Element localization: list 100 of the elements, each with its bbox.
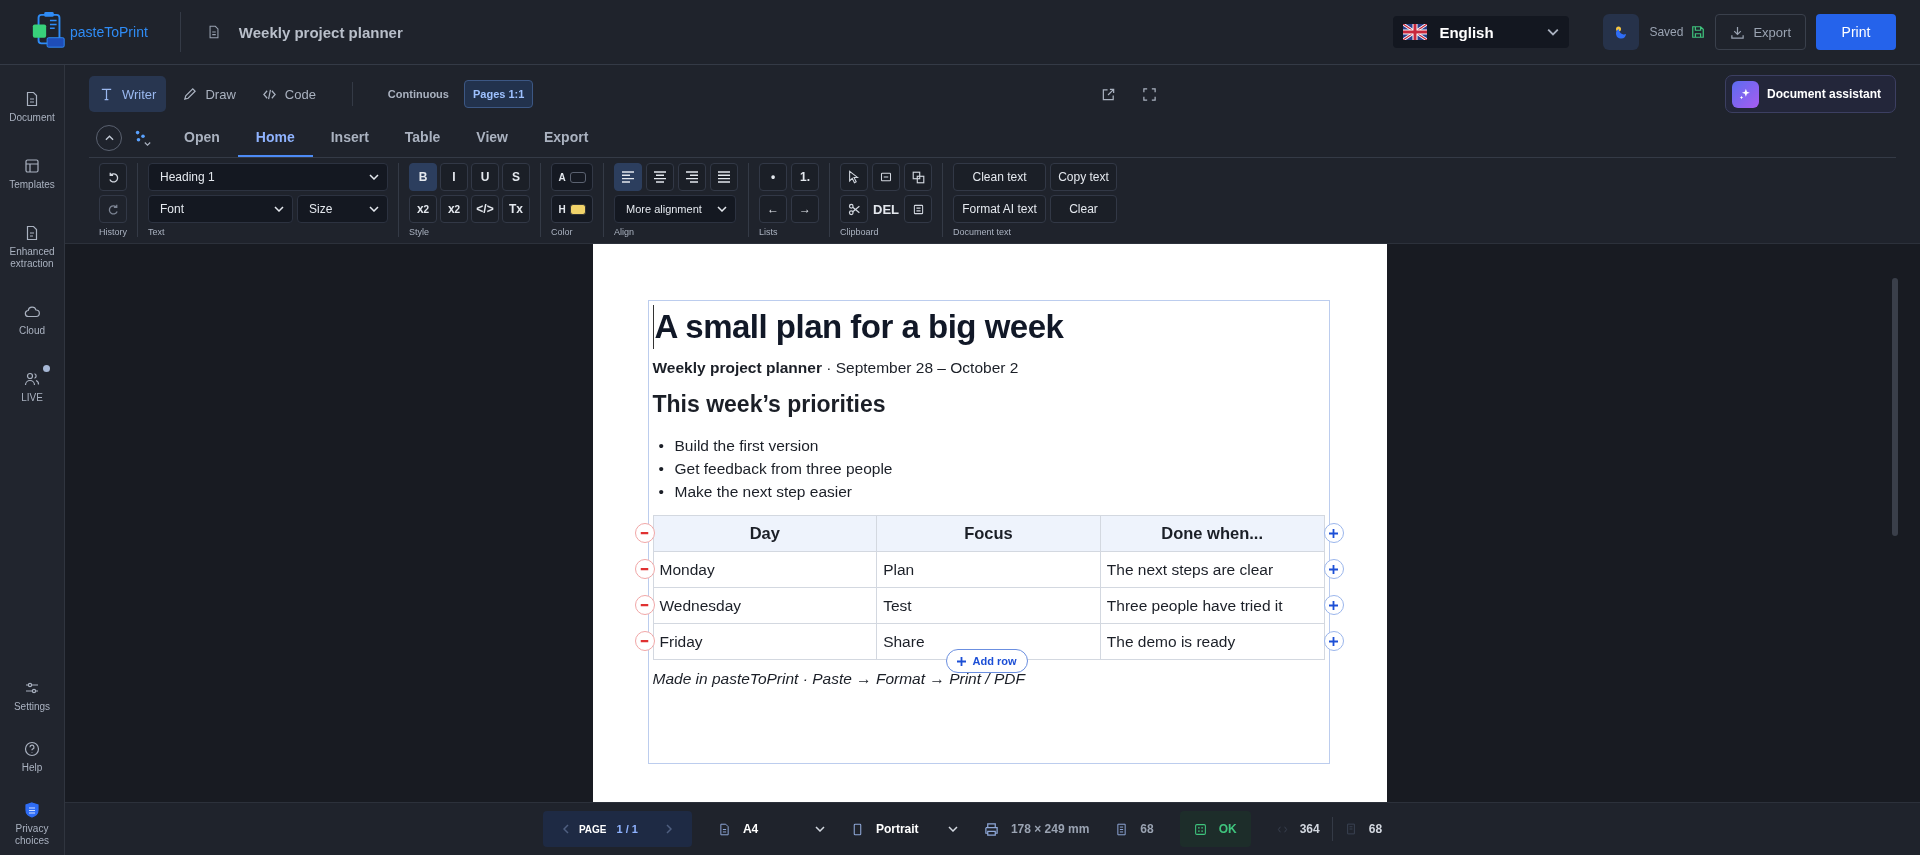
- document-text-button[interactable]: Format AI text: [953, 195, 1046, 223]
- document-text-button[interactable]: Clear: [1050, 195, 1117, 223]
- document-text-button[interactable]: Copy text: [1050, 163, 1117, 191]
- word-count: 364: [1299, 822, 1320, 836]
- fullscreen-icon[interactable]: [1142, 86, 1158, 102]
- format-button[interactable]: I: [440, 163, 468, 191]
- chevron-down-icon: [947, 826, 958, 832]
- mode-tab[interactable]: Code: [251, 76, 326, 112]
- plus-icon: [1329, 528, 1338, 538]
- nodes-icon[interactable]: [134, 129, 152, 147]
- group-label: Style: [409, 227, 431, 237]
- list-button[interactable]: •: [759, 163, 787, 191]
- align-center-button[interactable]: [646, 163, 674, 191]
- plus-icon: [1329, 564, 1338, 574]
- ribbon-tab[interactable]: Export: [526, 119, 607, 157]
- format-button[interactable]: </>: [471, 195, 499, 223]
- align-left-button[interactable]: [614, 163, 642, 191]
- text-cursor-icon: [99, 86, 114, 102]
- color-button[interactable]: H: [551, 195, 593, 223]
- clipboard-list-button[interactable]: [904, 195, 932, 223]
- remove-row-button[interactable]: [634, 595, 655, 615]
- add-column-button[interactable]: [1323, 523, 1344, 543]
- add-column-button[interactable]: [1323, 559, 1344, 579]
- mode-tab[interactable]: Writer: [89, 76, 167, 112]
- sidebar-item[interactable]: Enhanced extraction: [2, 219, 62, 270]
- sidebar-item[interactable]: LIVE: [2, 365, 62, 404]
- add-column-button[interactable]: [1323, 631, 1344, 651]
- ribbon-tab[interactable]: Table: [386, 119, 459, 157]
- paste-button[interactable]: [872, 163, 900, 191]
- plus-icon: [956, 656, 966, 666]
- list-button[interactable]: 1.: [791, 163, 819, 191]
- assistant-button[interactable]: Document assistant: [1724, 75, 1896, 113]
- font-select[interactable]: Font: [148, 195, 293, 223]
- size-select[interactable]: Size: [297, 195, 388, 223]
- footer-text: Made in pasteToPrint · Paste → Format → Print / PDF: [652, 670, 1027, 688]
- copy-button[interactable]: [904, 163, 932, 191]
- sidebar-item[interactable]: Privacy choices: [2, 802, 62, 847]
- table-cell: The demo is ready: [1100, 623, 1324, 660]
- mode-tab[interactable]: Draw: [172, 76, 246, 112]
- align-right-button[interactable]: [678, 163, 706, 191]
- table-cell: Friday: [653, 623, 877, 660]
- cut-button[interactable]: [840, 195, 868, 223]
- line-count: 68: [1140, 822, 1154, 836]
- chevron-down-icon: [369, 174, 379, 180]
- document-icon: [1344, 823, 1357, 835]
- paste-icon: [880, 171, 892, 183]
- print-button[interactable]: Print: [1816, 14, 1896, 50]
- color-button[interactable]: A: [551, 163, 593, 191]
- remove-row-button[interactable]: [634, 523, 655, 543]
- download-icon: [1730, 24, 1746, 40]
- bullet-marker: •: [658, 459, 665, 479]
- select-tool-button[interactable]: [840, 163, 868, 191]
- orientation-select[interactable]: Portrait: [850, 822, 958, 836]
- justify-button[interactable]: [710, 163, 738, 191]
- language-select[interactable]: English: [1393, 16, 1570, 48]
- minus-icon: [640, 639, 649, 643]
- export-button[interactable]: Export: [1715, 14, 1806, 50]
- format-button[interactable]: S: [502, 163, 530, 191]
- view-mode-button[interactable]: Continuous: [378, 80, 458, 108]
- document-icon: [717, 822, 731, 836]
- list-button[interactable]: →: [791, 195, 819, 223]
- sidebar-item[interactable]: Templates: [2, 152, 62, 191]
- sidebar-item[interactable]: Help: [2, 741, 62, 774]
- group-label: History: [99, 227, 127, 237]
- redo-button[interactable]: [99, 195, 127, 223]
- group-label: Document text: [953, 227, 1013, 237]
- remove-row-button[interactable]: [634, 631, 655, 651]
- alignment-select[interactable]: More alignment: [614, 195, 736, 223]
- sidebar-item[interactable]: Document: [2, 85, 62, 124]
- undo-button[interactable]: [99, 163, 127, 191]
- section-heading: This week’s priorities: [652, 391, 887, 418]
- subtitle-text: Weekly project planner · September 28 – October 2: [652, 359, 1020, 377]
- block-style-select[interactable]: Heading 1: [148, 163, 388, 191]
- redo-icon: [106, 202, 120, 216]
- delete-button[interactable]: DEL: [872, 195, 900, 223]
- table-cell: Wednesday: [653, 587, 877, 624]
- sidebar-item[interactable]: Settings: [2, 680, 62, 713]
- pencil-icon: [182, 86, 198, 102]
- table-cell: Monday: [653, 551, 877, 588]
- external-link-icon[interactable]: [1101, 86, 1117, 102]
- paper-size-select[interactable]: A4: [717, 822, 825, 836]
- remove-row-button[interactable]: [634, 559, 655, 579]
- bullet-item: Get feedback from three people: [674, 459, 893, 479]
- theme-toggle[interactable]: [1603, 14, 1640, 50]
- ribbon-tab[interactable]: Home: [237, 119, 313, 157]
- format-button[interactable]: B: [409, 163, 437, 191]
- list-button[interactable]: ←: [759, 195, 787, 223]
- saved-status: Saved: [1649, 25, 1684, 39]
- shield-icon: [24, 802, 40, 818]
- view-mode-button[interactable]: Pages 1:1: [463, 80, 534, 108]
- ribbon-tab[interactable]: View: [458, 119, 526, 157]
- format-button[interactable]: Tx: [502, 195, 530, 223]
- ribbon-tab[interactable]: Insert: [312, 119, 387, 157]
- printer-icon: [983, 821, 999, 837]
- cloud-icon: [24, 304, 40, 320]
- ribbon-tab[interactable]: Open: [166, 119, 238, 157]
- format-button[interactable]: U: [471, 163, 499, 191]
- document-text-button[interactable]: Clean text: [953, 163, 1046, 191]
- add-column-button[interactable]: [1323, 595, 1344, 615]
- sidebar-item[interactable]: Cloud: [2, 298, 62, 337]
